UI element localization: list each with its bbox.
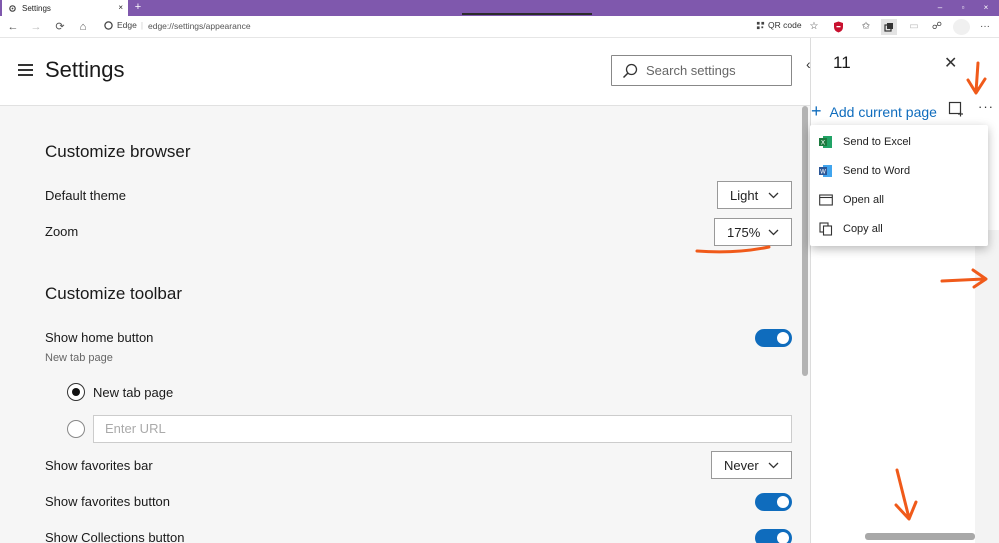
- more-menu-icon[interactable]: ···: [977, 19, 993, 35]
- zoom-dropdown[interactable]: 175%: [714, 218, 792, 246]
- home-icon[interactable]: ⌂: [75, 19, 91, 35]
- favorite-star-icon[interactable]: ☆: [806, 19, 822, 35]
- tab-title: Settings: [22, 3, 51, 13]
- add-current-label: Add current page: [829, 103, 937, 120]
- svg-text:X: X: [821, 138, 826, 146]
- search-placeholder: Search settings: [646, 63, 736, 78]
- settings-scrollbar[interactable]: [802, 106, 808, 376]
- chevron-down-icon: [768, 192, 779, 198]
- add-current-page-button[interactable]: + Add current page: [811, 101, 937, 122]
- collections-context-menu: X Send to Excel W Send to Word Open all …: [810, 125, 988, 246]
- zoom-value: 175%: [727, 224, 761, 240]
- reading-list-icon[interactable]: ▭: [906, 19, 922, 35]
- menu-label: Send to Word: [843, 164, 911, 177]
- edge-logo-icon: [104, 20, 113, 30]
- show-home-toggle[interactable]: [755, 329, 792, 347]
- collections-icon[interactable]: [881, 19, 897, 35]
- qr-label: QR code: [768, 20, 802, 30]
- favorites-icon[interactable]: ✩: [858, 19, 874, 35]
- menu-item-send-to-word[interactable]: W Send to Word: [810, 156, 988, 185]
- minimize-button[interactable]: –: [929, 0, 951, 16]
- section-customize-toolbar: Customize toolbar: [45, 284, 183, 303]
- favorites-bar-dropdown[interactable]: Never: [711, 451, 792, 479]
- chevron-down-icon: [768, 462, 779, 468]
- show-collections-button-toggle[interactable]: [755, 529, 792, 543]
- page-title: Settings: [45, 57, 125, 82]
- zoom-label: Zoom: [45, 224, 79, 239]
- titlebar-divider: [462, 13, 592, 15]
- show-collections-button-label: Show Collections button: [45, 530, 185, 543]
- menu-item-open-all[interactable]: Open all: [810, 185, 988, 214]
- refresh-icon[interactable]: ⟳: [52, 19, 68, 35]
- default-theme-label: Default theme: [45, 188, 126, 203]
- show-favorites-button-toggle[interactable]: [755, 493, 792, 511]
- chevron-down-icon: [768, 229, 779, 235]
- new-tab-radio[interactable]: [67, 383, 85, 401]
- browser-window: Settings × + – ▫ × ← → ⟳ ⌂ Edge | edge:/…: [0, 0, 999, 543]
- qr-icon: [756, 21, 765, 29]
- hamburger-menu-icon[interactable]: [18, 64, 33, 76]
- favorites-bar-value: Never: [724, 457, 759, 473]
- url-text[interactable]: edge://settings/appearance: [148, 21, 251, 31]
- new-tab-radio-label: New tab page: [93, 385, 174, 400]
- window-icon: [819, 193, 833, 207]
- menu-label: Copy all: [843, 222, 883, 235]
- menu-item-send-to-excel[interactable]: X Send to Excel: [810, 127, 988, 156]
- pane-horizontal-scrollbar[interactable]: [865, 533, 975, 540]
- theme-dropdown[interactable]: Light: [717, 181, 792, 209]
- word-icon: W: [819, 164, 833, 178]
- forward-icon[interactable]: →: [28, 19, 44, 35]
- pane-scroll-track: [975, 230, 999, 543]
- menu-item-copy-all[interactable]: Copy all: [810, 214, 988, 243]
- theme-value: Light: [730, 187, 759, 203]
- site-info[interactable]: Edge |: [104, 20, 143, 30]
- svg-text:W: W: [820, 168, 826, 175]
- maximize-button[interactable]: ▫: [952, 0, 974, 16]
- collection-count: 11: [833, 53, 851, 72]
- menu-label: Open all: [843, 193, 884, 206]
- show-home-sub: New tab page: [45, 352, 113, 364]
- tab-settings[interactable]: Settings ×: [2, 0, 128, 16]
- excel-icon: X: [819, 135, 833, 149]
- plus-icon: +: [811, 101, 822, 121]
- url-radio[interactable]: [67, 420, 85, 438]
- profile-avatar[interactable]: [953, 19, 970, 35]
- address-separator: |: [140, 20, 144, 30]
- back-icon[interactable]: ←: [5, 19, 21, 35]
- extension-shield-icon[interactable]: [830, 19, 846, 35]
- window-close-button[interactable]: ×: [975, 0, 997, 16]
- menu-label: Send to Excel: [843, 135, 911, 148]
- edge-label: Edge: [117, 20, 137, 30]
- back-chevron-icon[interactable]: ‹: [806, 56, 811, 72]
- feedback-icon[interactable]: ☍: [929, 19, 945, 35]
- search-input[interactable]: Search settings: [611, 55, 792, 86]
- gear-icon: [9, 4, 16, 12]
- new-tab-button[interactable]: +: [132, 1, 144, 15]
- add-note-icon[interactable]: [948, 101, 964, 117]
- tab-close-button[interactable]: ×: [118, 3, 123, 12]
- show-favorites-bar-label: Show favorites bar: [45, 458, 153, 473]
- close-pane-button[interactable]: ✕: [944, 53, 957, 73]
- section-customize-browser: Customize browser: [45, 142, 191, 161]
- collections-more-icon[interactable]: ···: [978, 99, 994, 114]
- search-icon: [622, 63, 638, 78]
- home-url-input[interactable]: Enter URL: [93, 415, 792, 443]
- show-home-label: Show home button: [45, 330, 154, 345]
- copy-icon: [819, 221, 833, 236]
- qr-code-button[interactable]: QR code: [756, 20, 802, 30]
- show-favorites-button-label: Show favorites button: [45, 494, 171, 509]
